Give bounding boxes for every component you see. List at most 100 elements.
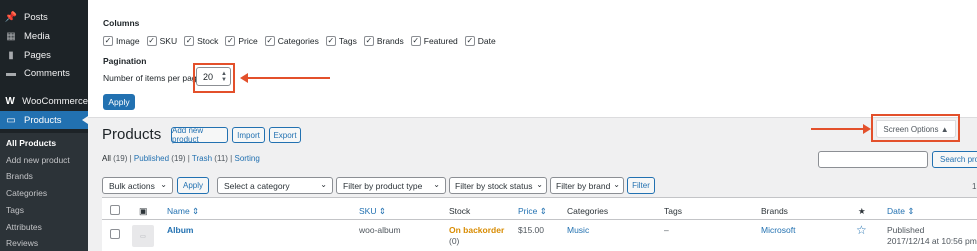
per-page-label: Number of items per page: — [103, 73, 204, 83]
menu-item-products[interactable]: ▭ Products — [0, 111, 88, 129]
date-status: Published — [887, 225, 925, 235]
view-trash-link[interactable]: Trash (11) — [192, 154, 228, 163]
submenu-categories[interactable]: Categories — [6, 188, 47, 198]
header-divider — [102, 219, 977, 220]
submenu-all-products[interactable]: All Products — [6, 138, 56, 148]
view-all-link[interactable]: All (19) — [102, 154, 127, 163]
admin-sidebar: 📌 Posts ▦ Media ▮ Pages ▬ Comments W Woo… — [0, 0, 88, 251]
chevron-down-icon: ⌄ — [536, 180, 543, 189]
column-toggle-brands[interactable]: ✓ Brands — [363, 36, 404, 46]
checkbox-checked-icon[interactable]: ✓ — [225, 36, 236, 46]
woocommerce-icon: W — [5, 95, 15, 107]
stock-quantity: (0) — [449, 236, 460, 246]
brand-link[interactable]: Microsoft — [761, 225, 795, 235]
brand-filter-select[interactable]: Filter by brand ⌄ — [550, 177, 624, 194]
separator: | — [230, 154, 233, 163]
stock-status: On backorder — [449, 225, 505, 235]
menu-item-woocommerce[interactable]: W WooCommerce — [0, 92, 88, 110]
checkbox-checked-icon[interactable]: ✓ — [464, 36, 475, 46]
submenu-brands[interactable]: Brands — [6, 171, 33, 181]
stock-status-filter-select[interactable]: Filter by stock status ⌄ — [449, 177, 547, 194]
status-views: All (19) | Published (19) | Trash (11) |… — [102, 154, 260, 163]
checkbox-checked-icon[interactable]: ✓ — [184, 36, 195, 46]
chevron-down-icon: ⌄ — [320, 180, 327, 189]
product-type-filter-select[interactable]: Filter by product type ⌄ — [336, 177, 446, 194]
view-published-link[interactable]: Published (19) — [134, 154, 186, 163]
checkbox-checked-icon[interactable]: ✓ — [103, 36, 113, 46]
checkbox-checked-icon[interactable]: ✓ — [410, 36, 421, 46]
product-tags: – — [664, 225, 669, 235]
column-header-name[interactable]: Name ⇕ — [167, 206, 199, 217]
submenu-reviews[interactable]: Reviews — [6, 238, 38, 248]
stock-status-filter-value: Filter by stock status — [455, 180, 533, 191]
checkbox-checked-icon[interactable]: ✓ — [264, 36, 275, 46]
category-filter-select[interactable]: Select a category ⌄ — [217, 177, 333, 194]
column-header-categories: Categories — [567, 206, 609, 216]
menu-item-label: WooCommerce — [22, 95, 88, 107]
checkbox-checked-icon[interactable]: ✓ — [146, 36, 157, 46]
product-name-link[interactable]: Album — [167, 225, 193, 235]
column-label: Categories — [277, 36, 319, 46]
select-all-checkbox[interactable] — [110, 205, 120, 215]
column-toggle-stock[interactable]: ✓ Stock — [184, 36, 218, 46]
category-filter-value: Select a category — [224, 180, 290, 191]
row-checkbox[interactable] — [110, 229, 120, 239]
column-label: Stock — [197, 36, 219, 46]
page-title: Products — [102, 126, 162, 143]
import-button[interactable]: Import — [232, 127, 265, 143]
submenu-add-new-product[interactable]: Add new product — [6, 155, 70, 165]
products-icon: ▭ — [6, 114, 16, 126]
separator: | — [129, 154, 132, 163]
products-submenu: All Products Add new product Brands Cate… — [0, 133, 88, 251]
menu-item-label: Products — [24, 114, 62, 126]
items-count: 1 — [972, 182, 977, 191]
bulk-apply-button[interactable]: Apply — [177, 177, 209, 194]
separator: | — [187, 154, 190, 163]
checkbox-checked-icon[interactable]: ✓ — [363, 36, 374, 46]
screen-options-apply-button[interactable]: Apply — [103, 94, 135, 110]
menu-item-posts[interactable]: 📌 Posts — [0, 8, 88, 26]
pages-icon: ▮ — [8, 49, 14, 61]
column-toggle-date[interactable]: ✓ Date — [464, 36, 496, 46]
column-toggle-image[interactable]: ✓ Image — [103, 36, 140, 46]
column-toggle-tags[interactable]: ✓ Tags — [325, 36, 357, 46]
column-toggle-categories[interactable]: ✓ Categories — [264, 36, 319, 46]
menu-item-comments[interactable]: ▬ Comments — [0, 64, 88, 82]
category-link[interactable]: Music — [567, 225, 589, 235]
product-thumbnail[interactable]: ▭ — [132, 225, 154, 247]
checkbox-checked-icon[interactable]: ✓ — [325, 36, 336, 46]
menu-item-pages[interactable]: ▮ Pages — [0, 46, 88, 64]
column-toggle-featured[interactable]: ✓ Featured — [410, 36, 458, 46]
chevron-down-icon: ⌄ — [613, 180, 620, 189]
menu-item-label: Pages — [24, 49, 51, 61]
column-header-date[interactable]: Date ⇕ — [887, 206, 914, 217]
bulk-actions-value: Bulk actions — [109, 180, 155, 191]
product-type-filter-value: Filter by product type — [343, 180, 423, 191]
column-label: Date — [477, 36, 496, 46]
column-header-brands: Brands — [761, 206, 788, 216]
pagination-heading: Pagination — [103, 56, 147, 66]
search-products-button[interactable]: Search products — [932, 151, 977, 168]
export-button[interactable]: Export — [269, 127, 301, 143]
highlight-box-screen-options — [871, 114, 960, 142]
featured-star-icon: ★ — [858, 206, 866, 216]
add-new-product-button[interactable]: Add new product — [171, 126, 228, 144]
comments-icon: ▬ — [6, 67, 16, 79]
column-toggle-price[interactable]: ✓ Price — [225, 36, 258, 46]
menu-item-media[interactable]: ▦ Media — [0, 27, 88, 45]
column-header-price[interactable]: Price ⇕ — [518, 206, 547, 217]
column-label: Price — [238, 36, 258, 46]
column-header-sku[interactable]: SKU ⇕ — [359, 206, 386, 217]
screen-options-panel: Columns ✓ Image ✓ SKU ✓ Stock ✓ Price ✓ Categ… — [88, 0, 977, 118]
product-price: $15.00 — [518, 225, 544, 235]
column-toggle-sku[interactable]: ✓ SKU — [146, 36, 177, 46]
view-sorting-link[interactable]: Sorting — [234, 154, 259, 163]
search-products-input[interactable] — [818, 151, 928, 168]
bulk-actions-select[interactable]: Bulk actions ⌄ — [102, 177, 173, 194]
submenu-attributes[interactable]: Attributes — [6, 222, 42, 232]
submenu-tags[interactable]: Tags — [6, 205, 24, 215]
featured-star-toggle-icon[interactable]: ☆ — [856, 223, 867, 237]
annotation-arrow-left — [240, 73, 330, 83]
highlight-box-per-page — [193, 63, 235, 93]
filter-button[interactable]: Filter — [627, 177, 655, 194]
